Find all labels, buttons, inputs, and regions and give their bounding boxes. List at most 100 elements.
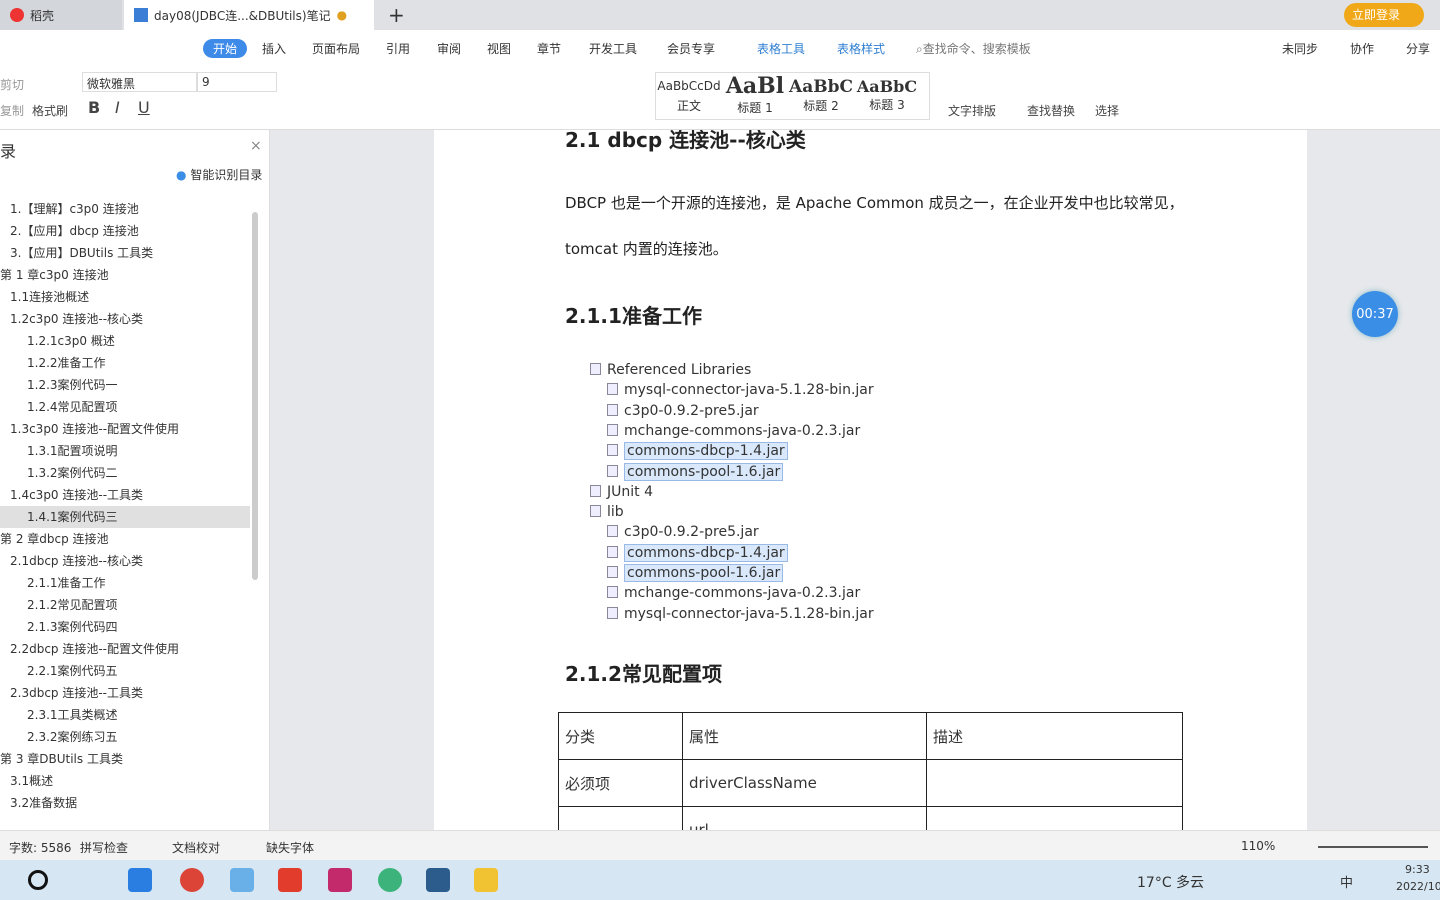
menu-layout[interactable]: 页面布局 (312, 40, 360, 57)
heading: 2.1.2常见配置项 (565, 662, 722, 686)
spell-check-button[interactable]: 拼写检查 (80, 839, 128, 856)
font-select[interactable]: 微软雅黑 (82, 72, 197, 92)
menu-member[interactable]: 会员专享 (667, 40, 715, 57)
toc-item[interactable]: 1.4.1案例代码三 (0, 506, 250, 528)
text-layout-button[interactable]: 文字排版 (948, 102, 996, 119)
style-heading-1[interactable]: AaBl 标题 1 (722, 73, 788, 119)
copy-button[interactable]: 复制 (0, 102, 24, 119)
weather[interactable]: 17°C 多云 (1137, 872, 1204, 892)
jar-icon (607, 566, 618, 578)
login-button[interactable]: 立即登录 (1344, 3, 1424, 27)
menu-references[interactable]: 引用 (386, 40, 410, 57)
edge-icon[interactable] (128, 868, 152, 892)
library-icon (590, 363, 601, 375)
menu-section[interactable]: 章节 (537, 40, 561, 57)
toc-item[interactable]: 1.2c3p0 连接池--核心类 (0, 308, 250, 330)
menu-home[interactable]: 开始 (203, 39, 248, 58)
style-heading-2[interactable]: AaBbC 标题 2 (788, 73, 854, 119)
tab-docer[interactable]: 稻壳 (0, 0, 122, 30)
clock-date[interactable]: 2022/10 (1396, 880, 1440, 893)
clock-time[interactable]: 9:33 (1405, 863, 1430, 876)
toc-item[interactable]: 2.1.1准备工作 (0, 572, 250, 594)
bold-button[interactable]: B (88, 98, 100, 117)
jar-icon (607, 423, 618, 436)
toc-item[interactable]: 3.2准备数据 (0, 792, 250, 814)
word-count[interactable]: 字数: 5586 (9, 839, 71, 856)
font-size-select[interactable]: 9 (197, 72, 277, 92)
style-heading-3[interactable]: AaBbC 标题 3 (854, 73, 920, 119)
toc-item[interactable]: 2.1.2常见配置项 (0, 594, 250, 616)
zoom-slider[interactable] (1318, 846, 1428, 848)
italic-button[interactable]: I (115, 98, 120, 117)
toc-item[interactable]: 2.1.3案例代码四 (0, 616, 250, 638)
toc-item[interactable]: 3.1概述 (0, 770, 250, 792)
app-icon[interactable] (378, 868, 402, 892)
docer-icon (10, 8, 24, 22)
toc-item[interactable]: 1.2.2准备工作 (0, 352, 250, 374)
toc-item[interactable]: 1.3.1配置项说明 (0, 440, 250, 462)
menu-view[interactable]: 视图 (487, 40, 511, 57)
style-normal[interactable]: AaBbCcDd 正文 (656, 73, 722, 119)
toc-item[interactable]: 1.【理解】c3p0 连接池 (0, 198, 250, 220)
unsaved-dot: ● (336, 8, 348, 22)
toc-item[interactable]: 2.3.2案例练习五 (0, 726, 250, 748)
style-gallery: AaBbCcDd 正文 AaBl 标题 1 AaBbC 标题 2 AaBbC 标题 3 (655, 72, 930, 120)
new-tab-button[interactable]: + (378, 0, 415, 30)
tree-item: mysql-connector-java-5.1.28-bin.jar (607, 380, 874, 400)
toc-item[interactable]: 1.4c3p0 连接池--工具类 (0, 484, 250, 506)
menu-review[interactable]: 审阅 (437, 40, 461, 57)
doc-proof-button[interactable]: 文档校对 (172, 839, 220, 856)
chrome-icon[interactable] (180, 868, 204, 892)
share-button[interactable]: 分享 (1406, 40, 1430, 57)
menu-table-style[interactable]: 表格样式 (837, 40, 885, 57)
search-icon[interactable] (28, 870, 48, 890)
toc-item[interactable]: 1.3c3p0 连接池--配置文件使用 (0, 418, 250, 440)
paragraph: tomcat 内置的连接池。 (565, 240, 728, 258)
toc-item[interactable]: 1.3.2案例代码二 (0, 462, 250, 484)
toc-item[interactable]: 2.【应用】dbcp 连接池 (0, 220, 250, 242)
wps-icon[interactable] (278, 868, 302, 892)
cut-button[interactable]: 剪切 (0, 76, 24, 93)
collaborate-button[interactable]: 协作 (1350, 40, 1374, 57)
menu-developer[interactable]: 开发工具 (589, 40, 637, 57)
jar-icon (607, 586, 618, 599)
intellij-icon[interactable] (328, 868, 352, 892)
tree-item: Referenced Libraries (590, 360, 751, 380)
toc-item[interactable]: 第 2 章dbcp 连接池 (0, 528, 250, 550)
ime-indicator[interactable]: 中 (1340, 872, 1353, 891)
nav-scrollbar[interactable] (252, 212, 258, 580)
toc-item[interactable]: 1.1连接池概述 (0, 286, 250, 308)
toc-item[interactable]: 2.1dbcp 连接池--核心类 (0, 550, 250, 572)
menu-insert[interactable]: 插入 (262, 40, 286, 57)
tab-document[interactable]: day08(JDBC连...&DBUtils)笔记 ● (124, 0, 374, 30)
toc-item[interactable]: 3.【应用】DBUtils 工具类 (0, 242, 250, 264)
toc-item[interactable]: 1.2.1c3p0 概述 (0, 330, 250, 352)
tree-item: commons-dbcp-1.4.jar (607, 543, 788, 563)
close-icon[interactable]: × (250, 138, 262, 154)
toc-item[interactable]: 第 1 章c3p0 连接池 (0, 264, 250, 286)
tree-item: JUnit 4 (590, 482, 653, 502)
toc-item[interactable]: 2.3dbcp 连接池--工具类 (0, 682, 250, 704)
toc-item[interactable]: 1.2.4常见配置项 (0, 396, 250, 418)
toc-item[interactable]: 2.2.1案例代码五 (0, 660, 250, 682)
monitor-icon[interactable] (426, 868, 450, 892)
toc-item[interactable]: 第 3 章DBUtils 工具类 (0, 748, 250, 770)
folder-icon[interactable] (474, 868, 498, 892)
recording-timer[interactable]: 00:37 (1352, 291, 1398, 337)
app-icon[interactable] (230, 868, 254, 892)
underline-button[interactable]: U (138, 98, 150, 117)
toc-item[interactable]: 2.2dbcp 连接池--配置文件使用 (0, 638, 250, 660)
zoom-level[interactable]: 110% (1241, 839, 1275, 853)
format-painter-button[interactable]: 格式刷 (32, 102, 68, 119)
select-button[interactable]: 选择 (1095, 102, 1119, 119)
sync-status[interactable]: 未同步 (1282, 40, 1318, 57)
jar-icon (607, 403, 618, 416)
toc-item[interactable]: 1.2.3案例代码一 (0, 374, 250, 396)
toc-item[interactable]: 2.3.1工具类概述 (0, 704, 250, 726)
smart-toc-button[interactable]: ● 智能识别目录 (176, 166, 262, 183)
tree-item: c3p0-0.9.2-pre5.jar (607, 401, 759, 421)
command-search[interactable]: ⌕查找命令、搜索模板 (916, 40, 1031, 57)
find-replace-button[interactable]: 查找替换 (1027, 102, 1075, 119)
menu-table-tools[interactable]: 表格工具 (757, 40, 805, 57)
missing-font-button[interactable]: 缺失字体 (266, 839, 314, 856)
